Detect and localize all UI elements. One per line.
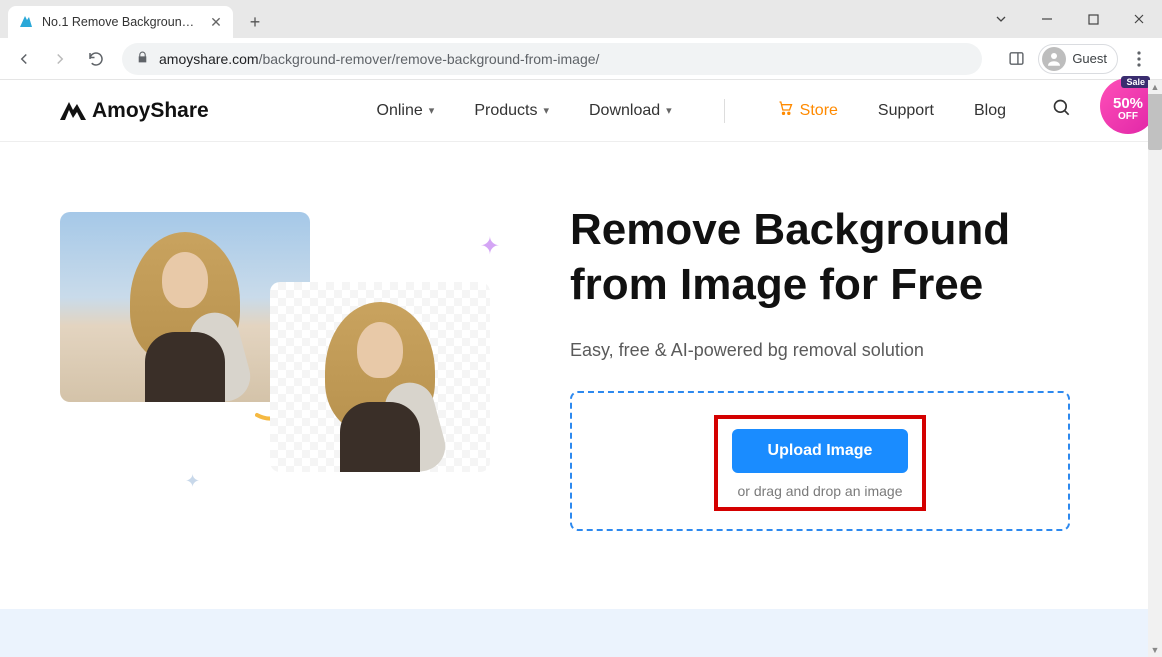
nav-products[interactable]: Products▾ <box>474 102 549 120</box>
forward-button[interactable] <box>44 43 76 75</box>
page-subtitle: Easy, free & AI-powered bg removal solut… <box>570 340 1070 361</box>
kebab-menu-icon[interactable] <box>1124 44 1154 74</box>
window-controls <box>978 0 1162 38</box>
nav-menu: Online▾ Products▾ Download▾ Store Suppor… <box>377 98 1072 123</box>
address-bar[interactable]: amoyshare.com/background-remover/remove-… <box>122 43 982 75</box>
sale-tag: Sale <box>1121 76 1150 88</box>
chevron-down-icon: ▾ <box>429 104 435 117</box>
site-header: AmoyShare Online▾ Products▾ Download▾ St… <box>0 80 1162 142</box>
nav-store[interactable]: Store <box>777 100 838 121</box>
browser-toolbar: amoyshare.com/background-remover/remove-… <box>0 38 1162 80</box>
chevron-down-icon: ▾ <box>666 104 672 117</box>
close-icon[interactable]: ✕ <box>209 15 223 29</box>
tab-title: No.1 Remove Background from <box>42 15 201 29</box>
chevron-down-icon[interactable] <box>978 4 1024 34</box>
upload-dropzone[interactable]: Upload Image or drag and drop an image <box>570 391 1070 531</box>
lock-icon <box>136 51 149 67</box>
cart-icon <box>777 100 794 121</box>
scroll-up-icon[interactable]: ▲ <box>1148 80 1162 94</box>
nav-download[interactable]: Download▾ <box>589 102 672 120</box>
browser-tab[interactable]: No.1 Remove Background from ✕ <box>8 6 233 38</box>
search-icon[interactable] <box>1052 98 1072 123</box>
hero-visual: ✦ ✦ <box>60 202 520 502</box>
avatar-icon <box>1042 47 1066 71</box>
upload-button[interactable]: Upload Image <box>732 429 909 473</box>
reload-button[interactable] <box>80 43 112 75</box>
sparkle-icon: ✦ <box>480 232 500 261</box>
sale-percent: 50% <box>1113 96 1143 111</box>
scroll-down-icon[interactable]: ▼ <box>1148 643 1162 657</box>
sale-off: OFF <box>1118 111 1138 122</box>
drop-hint: or drag and drop an image <box>732 483 909 499</box>
tab-favicon-icon <box>18 14 34 30</box>
page-title: Remove Background from Image for Free <box>570 202 1070 312</box>
logo-text: AmoyShare <box>92 99 209 123</box>
sparkle-icon: ✦ <box>185 471 200 492</box>
profile-label: Guest <box>1072 51 1107 66</box>
maximize-icon[interactable] <box>1070 4 1116 34</box>
hero-section: ✦ ✦ Remove Background from Image for Fre… <box>0 142 1162 581</box>
scrollbar[interactable]: ▲ ▼ <box>1148 80 1162 657</box>
panel-icon[interactable] <box>1000 43 1032 75</box>
nav-support[interactable]: Support <box>878 102 934 120</box>
new-tab-button[interactable]: + <box>245 12 265 33</box>
logo[interactable]: AmoyShare <box>60 99 209 123</box>
back-button[interactable] <box>8 43 40 75</box>
logo-icon <box>60 102 86 120</box>
tab-bar: No.1 Remove Background from ✕ + <box>0 0 1162 38</box>
hero-content: Remove Background from Image for Free Ea… <box>570 202 1070 531</box>
browser-chrome: No.1 Remove Background from ✕ + amoyshar… <box>0 0 1162 80</box>
nav-online[interactable]: Online▾ <box>377 102 435 120</box>
highlight-annotation: Upload Image or drag and drop an image <box>714 415 927 511</box>
nav-blog[interactable]: Blog <box>974 102 1006 120</box>
profile-button[interactable]: Guest <box>1038 44 1118 74</box>
cutout-image <box>270 282 490 472</box>
close-window-icon[interactable] <box>1116 4 1162 34</box>
footer-strip <box>0 609 1148 657</box>
chevron-down-icon: ▾ <box>543 104 549 117</box>
url-text: amoyshare.com/background-remover/remove-… <box>159 51 968 67</box>
minimize-icon[interactable] <box>1024 4 1070 34</box>
nav-divider <box>724 99 725 123</box>
